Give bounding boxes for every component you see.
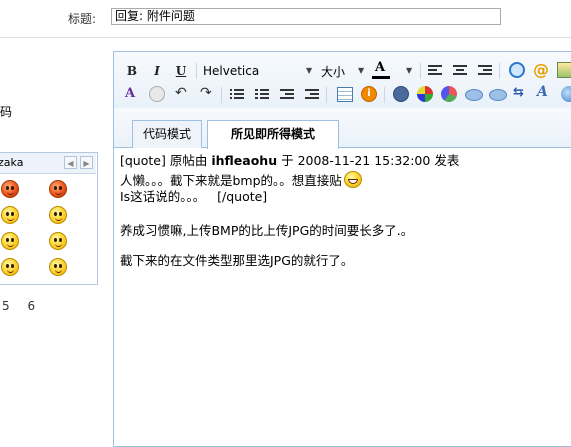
grin-emoticon-icon xyxy=(343,171,362,188)
font-family-select[interactable]: Helvetica xyxy=(203,64,259,78)
insert-quote-icon[interactable] xyxy=(465,89,483,101)
undo-icon[interactable]: ↶ xyxy=(175,85,187,101)
smiley-happy-icon[interactable] xyxy=(1,258,19,276)
insert-web-icon[interactable] xyxy=(561,86,571,102)
toolbar-separator xyxy=(499,63,500,79)
bold-button[interactable]: B xyxy=(123,62,141,80)
reply-paragraph-2: 截下来的在文件类型那里选JPG的就行了。 xyxy=(120,253,354,268)
insert-image-icon[interactable] xyxy=(557,62,571,78)
toolbar-separator xyxy=(221,87,222,103)
quote-open-tag: [quote] xyxy=(120,153,166,168)
smiley-header: zaka ◀ ▶ xyxy=(0,153,96,174)
toolbar-separator xyxy=(196,63,197,79)
toolbar-separator xyxy=(420,63,421,79)
smiley-page-numbers[interactable]: 5 6 xyxy=(2,299,35,313)
font-color-dropdown-icon[interactable]: ▼ xyxy=(406,66,412,75)
quote-by-label: 原帖由 xyxy=(169,153,208,168)
quote-line-3: Is这话说的。。。 [/quote] xyxy=(120,189,565,205)
quote-text-line-3: Is这话说的。。。 xyxy=(120,189,206,204)
align-left-icon[interactable] xyxy=(428,65,442,77)
font-size-select[interactable]: 大小 xyxy=(321,63,345,80)
title-row: 标题: 回复: 附件问题 xyxy=(0,0,571,37)
insert-link-icon[interactable] xyxy=(509,62,525,78)
redo-icon[interactable]: ↷ xyxy=(200,85,212,101)
font-color-button[interactable]: A xyxy=(371,60,391,80)
free-text-icon[interactable]: A xyxy=(537,84,548,100)
quote-header-line: [quote] 原帖由 ihfleaohu 于 2008-11-21 15:32… xyxy=(120,153,565,169)
quote-close-tag: [/quote] xyxy=(217,189,268,204)
smiley-surprised-icon[interactable] xyxy=(49,258,67,276)
remove-format-icon[interactable]: A xyxy=(125,86,135,101)
smiley-category-label[interactable]: zaka xyxy=(0,156,23,169)
insert-table-icon[interactable] xyxy=(337,87,353,102)
rich-text-editor: B I U Helvetica ▼ 大小 ▼ A ▼ @ A ↶ ↷ i ⇆ A… xyxy=(113,51,571,447)
smiley-smile-icon[interactable] xyxy=(1,206,19,224)
reply-paragraph-1: 养成习惯嘛,上传BMP的比上传JPG的时间要长多了.。 xyxy=(120,223,414,238)
quote-text-line-2: 人懒。。。截下来就是bmp的。。想直接贴 xyxy=(120,173,342,188)
font-size-dropdown-icon[interactable]: ▼ xyxy=(358,66,364,75)
smiley-shy-icon[interactable] xyxy=(49,232,67,250)
title-input[interactable]: 回复: 附件问题 xyxy=(111,8,501,25)
insert-email-icon[interactable]: @ xyxy=(533,60,549,79)
smiley-grin-icon[interactable] xyxy=(1,232,19,250)
editor-toolbar: B I U Helvetica ▼ 大小 ▼ A ▼ @ A ↶ ↷ i ⇆ A xyxy=(114,52,571,108)
info-icon[interactable]: i xyxy=(361,86,377,102)
unordered-list-icon[interactable] xyxy=(255,89,269,101)
smiley-angry-icon[interactable] xyxy=(1,180,19,198)
quote-line-2: 人懒。。。截下来就是bmp的。。想直接贴 xyxy=(120,171,565,189)
insert-code-icon[interactable] xyxy=(393,86,409,102)
smiley-no-icon[interactable] xyxy=(49,180,67,198)
tab-code-mode[interactable]: 代码模式 xyxy=(132,120,202,148)
editor-content[interactable]: [quote] 原帖由 ihfleaohu 于 2008-11-21 15:32… xyxy=(120,153,565,269)
tab-wysiwyg-mode[interactable]: 所见即所得模式 xyxy=(207,120,339,149)
font-color-label: A xyxy=(375,60,386,75)
smiley-toggle-icon[interactable] xyxy=(149,86,165,102)
smiley-panel: zaka ◀ ▶ xyxy=(0,152,98,285)
prev-page-icon[interactable]: ◀ xyxy=(64,156,77,169)
font-color-swatch xyxy=(372,76,390,79)
insert-audio-icon[interactable] xyxy=(441,86,457,102)
italic-button[interactable]: I xyxy=(148,62,166,80)
align-center-icon[interactable] xyxy=(453,65,467,77)
smiley-sad-icon[interactable] xyxy=(49,206,67,224)
insert-media-icon[interactable] xyxy=(417,86,433,102)
insert-flash-icon[interactable] xyxy=(489,89,507,101)
font-family-dropdown-icon[interactable]: ▼ xyxy=(306,66,312,75)
quote-posted-label: 发表 xyxy=(434,153,460,168)
toolbar-separator xyxy=(384,87,385,103)
quote-at-label: 于 xyxy=(281,153,294,168)
toolbar-separator xyxy=(326,87,327,103)
outdent-icon[interactable] xyxy=(280,89,294,101)
quote-author: ihfleaohu xyxy=(211,153,278,168)
ordered-list-icon[interactable] xyxy=(230,89,244,101)
indent-icon[interactable] xyxy=(305,89,319,101)
underline-button[interactable]: U xyxy=(172,62,190,80)
quote-date: 2008-11-21 15:32:00 xyxy=(297,153,431,168)
left-option-label: 码 xyxy=(0,105,13,119)
next-page-icon[interactable]: ▶ xyxy=(80,156,93,169)
align-right-icon[interactable] xyxy=(478,65,492,77)
hide-content-icon[interactable]: ⇆ xyxy=(513,85,524,100)
title-label: 标题: xyxy=(68,12,97,26)
